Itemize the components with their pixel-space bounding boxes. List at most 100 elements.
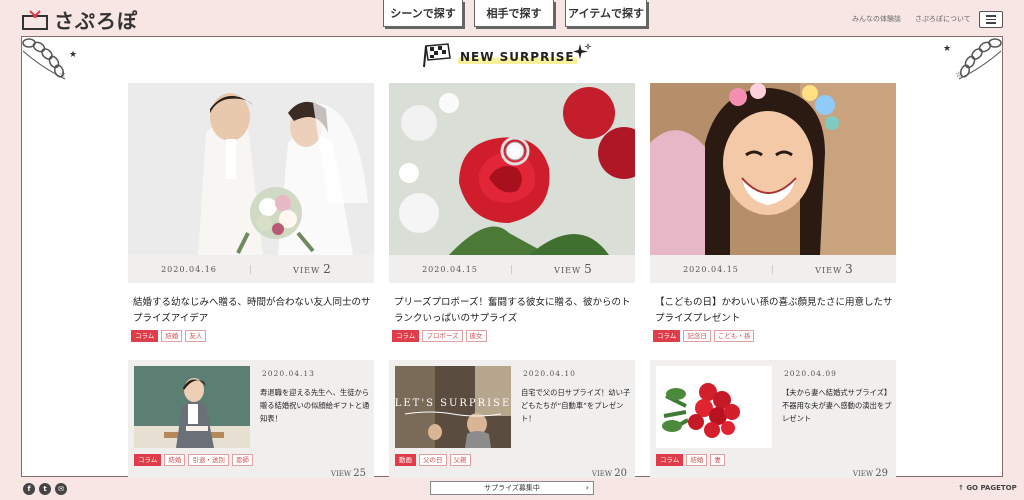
recruit-label: サプライズ募集中 [484, 484, 540, 492]
svg-text:☆: ☆ [59, 70, 66, 79]
main-nav: シーンで探す 相手で探す アイテムで探す [383, 0, 647, 27]
top-links: みんなの体験談 さぷろぽについて [852, 14, 971, 24]
tag[interactable]: 友人 [185, 330, 207, 342]
view-number: 25 [353, 468, 366, 479]
header: さぷろぽ シーンで探す 相手で探す アイテムで探す みんなの体験談 さぷろぽにつ… [0, 0, 1024, 34]
logo-text: さぷろぽ [54, 9, 138, 33]
nav-tab-scene[interactable]: シーンで探す [383, 0, 463, 27]
article-title[interactable]: 寿退職を迎える先生へ、生徒から贈る結婚祝いの似顔絵ギフトと通知表！ [260, 386, 372, 425]
article-card-small[interactable]: LET'S SURPRISE 2020.04.10 自宅で父の日サプライズ！幼い… [389, 360, 635, 479]
view-label: VIEW [330, 470, 352, 478]
hamburger-icon [986, 15, 996, 17]
article-meta: 2020.04.15 VIEW 5 [389, 255, 635, 283]
hamburger-line [986, 22, 996, 24]
svg-text:★: ★ [943, 44, 951, 54]
view-label: VIEW [852, 470, 874, 478]
article-card-small[interactable]: 2020.04.09 【夫から妻へ結婚式サプライズ】不器用な夫が妻へ感動の演出を… [650, 360, 896, 479]
view-label: VIEW [554, 266, 582, 275]
tag-category[interactable]: コラム [134, 454, 162, 466]
arrow-up-icon: ↑ [958, 484, 964, 492]
article-card[interactable]: 2020.04.15 VIEW 3 【こどもの日】かわいい孫の喜ぶ顔見たさに用意し… [650, 83, 896, 345]
view-number: 5 [584, 262, 593, 276]
view-number: 3 [845, 262, 854, 276]
view-count: VIEW 29 [853, 468, 888, 479]
article-title[interactable]: 【夫から妻へ結婚式サプライズ】不器用な夫が妻へ感動の演出をプレゼント [782, 386, 894, 425]
view-count: VIEW 2 [251, 262, 374, 276]
article-thumbnail: LET'S SURPRISE [395, 366, 511, 448]
chain-ornament-icon: ★ ☆ [22, 38, 77, 80]
article-date: 2020.04.15 [650, 264, 773, 274]
tag[interactable]: 妻 [710, 454, 725, 466]
svg-text:☆: ☆ [955, 70, 962, 79]
view-count: VIEW 5 [512, 262, 635, 276]
view-label: VIEW [815, 266, 843, 275]
nav-tab-item[interactable]: アイテムで探す [565, 0, 647, 27]
tag[interactable]: 恩師 [231, 454, 253, 466]
mail-icon[interactable]: ✉ [55, 483, 67, 495]
chevron-right-icon: › [585, 483, 589, 492]
article-title[interactable]: 自宅で父の日サプライズ！幼い子どもたちが“自動車”をプレゼント！ [521, 386, 633, 425]
article-meta: 2020.04.15 VIEW 3 [650, 255, 896, 283]
tag-category[interactable]: コラム [653, 330, 681, 342]
article-thumbnail [134, 366, 250, 448]
tag-list: コラム 結婚 妻 [656, 454, 725, 466]
tag-list: コラム 結婚 引退・送別 恩師 [134, 454, 253, 466]
svg-text:★: ★ [69, 50, 77, 60]
link-experiences[interactable]: みんなの体験談 [852, 14, 901, 24]
facebook-icon[interactable]: f [23, 483, 35, 495]
tag[interactable]: 引退・送別 [188, 454, 229, 466]
article-image [650, 83, 896, 255]
article-title[interactable]: 結婚する幼なじみへ贈る、時間が合わない友人同士のサプライズアイデア [133, 295, 373, 327]
tag[interactable]: こども・孫 [713, 330, 755, 342]
go-pagetop-button[interactable]: ↑ GO PAGETOP [958, 484, 1017, 492]
tag-category[interactable]: 動画 [395, 454, 416, 466]
article-image [128, 83, 374, 255]
hamburger-menu-button[interactable] [979, 11, 1003, 28]
nav-tab-partner[interactable]: 相手で探す [474, 0, 554, 27]
chain-ornament-icon: ★ ☆ [943, 38, 1002, 80]
article-meta: 2020.04.16 VIEW 2 [128, 255, 374, 283]
logo[interactable]: さぷろぽ [22, 5, 138, 34]
tag[interactable]: 父親 [449, 454, 471, 466]
link-about[interactable]: さぷろぽについて [915, 14, 971, 24]
view-label: VIEW [591, 470, 613, 478]
tag[interactable]: 結婚 [161, 330, 183, 342]
tag[interactable]: 結婚 [164, 454, 186, 466]
article-card[interactable]: 2020.04.16 VIEW 2 結婚する幼なじみへ贈る、時間が合わない友人同士… [128, 83, 374, 345]
twitter-icon[interactable]: t [39, 483, 51, 495]
tag[interactable]: 彼女 [465, 330, 487, 342]
article-card-small[interactable]: 2020.04.13 寿退職を迎える先生へ、生徒から贈る結婚祝いの似顔絵ギフトと… [128, 360, 374, 479]
view-label: VIEW [293, 266, 321, 275]
hamburger-line [986, 18, 996, 21]
tag[interactable]: 記念日 [683, 330, 711, 342]
article-thumbnail [656, 366, 772, 448]
gift-box-icon [22, 9, 48, 30]
tag[interactable]: プロポーズ [422, 330, 463, 342]
article-card[interactable]: 2020.04.15 VIEW 5 プリーズプロポーズ！奮闘する彼女に贈る、彼から… [389, 83, 635, 345]
article-date: 2020.04.10 [523, 369, 576, 378]
article-title[interactable]: プリーズプロポーズ！奮闘する彼女に贈る、彼からのトランクいっぱいのサプライズ [394, 295, 634, 327]
article-title[interactable]: 【こどもの日】かわいい孫の喜ぶ顔見たさに用意したサプライズプレゼント [655, 295, 895, 327]
tag-category[interactable]: コラム [131, 330, 159, 342]
view-number: 20 [614, 468, 627, 479]
view-number: 29 [875, 468, 888, 479]
tag-list: 動画 父の日 父親 [395, 454, 471, 466]
view-count: VIEW 20 [592, 468, 627, 479]
tag-category[interactable]: コラム [656, 454, 684, 466]
article-date: 2020.04.13 [262, 369, 315, 378]
article-date: 2020.04.15 [389, 264, 512, 274]
tag[interactable]: 結婚 [686, 454, 708, 466]
tag-list: コラム 結婚 友人 [131, 330, 207, 342]
view-count: VIEW 25 [331, 468, 366, 479]
section-title: NEW SURPRISE [458, 50, 577, 64]
article-date: 2020.04.16 [128, 264, 251, 274]
view-number: 2 [323, 262, 332, 276]
sparkle-icon [573, 43, 592, 59]
tag-category[interactable]: コラム [392, 330, 420, 342]
view-count: VIEW 3 [773, 262, 896, 276]
tag[interactable]: 父の日 [419, 454, 447, 466]
recruit-button[interactable]: サプライズ募集中 › [430, 481, 594, 495]
article-date: 2020.04.09 [784, 369, 837, 378]
tag-list: コラム プロポーズ 彼女 [392, 330, 487, 342]
checkered-flag-icon [423, 43, 451, 68]
